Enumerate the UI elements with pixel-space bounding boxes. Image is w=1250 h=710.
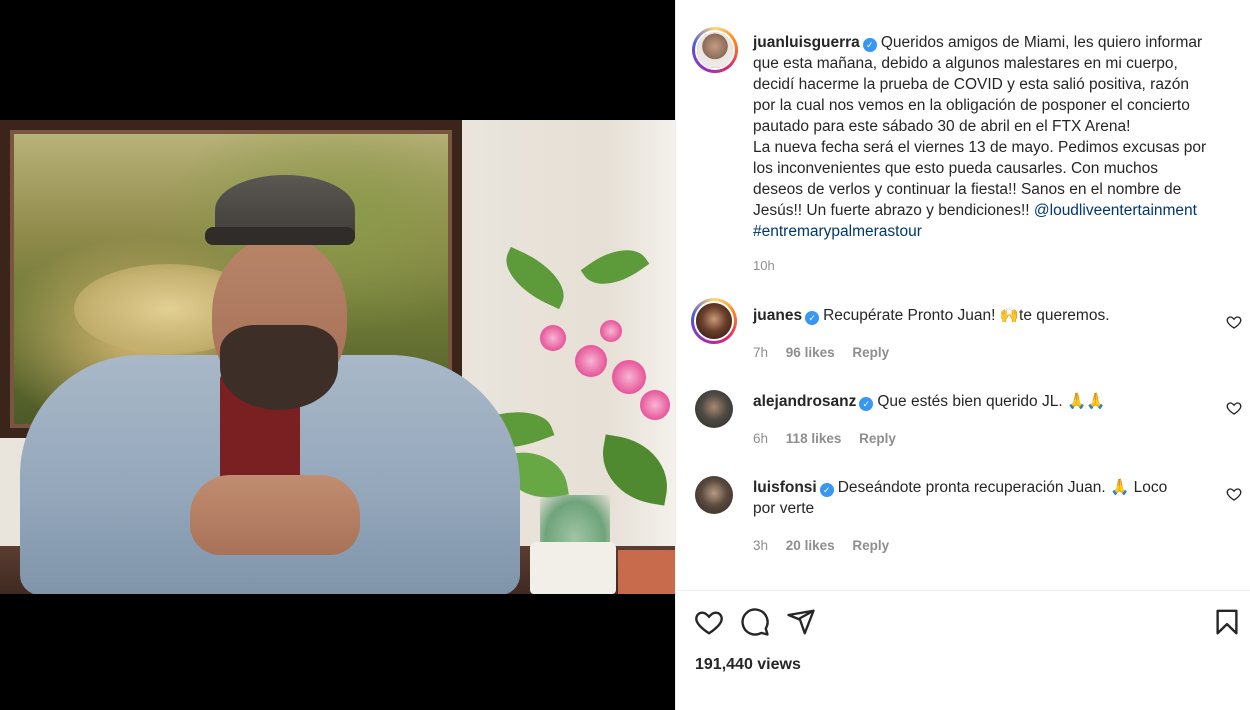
comment-likes[interactable]: 118 likes <box>786 431 842 446</box>
commenter-avatar[interactable] <box>691 298 737 344</box>
mention-link[interactable]: @loudliveentertainment <box>1034 202 1197 219</box>
post-timestamp[interactable]: 10h <box>753 258 775 273</box>
comment-time[interactable]: 6h <box>753 431 768 446</box>
comment-time[interactable]: 7h <box>753 345 768 360</box>
verified-badge-icon: ✓ <box>805 311 820 325</box>
verified-badge-icon: ✓ <box>859 397 874 411</box>
comment-likes[interactable]: 20 likes <box>786 538 835 553</box>
verified-badge-icon: ✓ <box>819 483 834 497</box>
terracotta-pot <box>618 550 675 594</box>
comment-meta: 3h 20 likes Reply <box>753 538 903 553</box>
heart-icon[interactable] <box>1226 400 1242 416</box>
author-avatar[interactable] <box>692 27 738 73</box>
comment-bubble-icon[interactable] <box>740 607 770 637</box>
comment-meta: 7h 96 likes Reply <box>753 345 903 360</box>
comment-text: Recupérate Pronto Juan! 🙌te queremos. <box>823 307 1110 324</box>
comment-time[interactable]: 3h <box>753 538 768 553</box>
divider <box>676 590 1250 591</box>
author-username[interactable]: juanluisguerra <box>753 34 860 51</box>
reply-button[interactable]: Reply <box>859 431 896 446</box>
hashtag-link[interactable]: #entremarypalmerastour <box>753 223 922 240</box>
comment-item: juanes ✓ Recupérate Pronto Juan! 🙌te quere… <box>753 305 1203 326</box>
comment-text: por verte <box>753 500 815 517</box>
paper-plane-icon[interactable] <box>786 607 816 637</box>
comment-username[interactable]: alejandrosanz <box>753 393 856 410</box>
commenter-avatar[interactable] <box>695 476 733 514</box>
comment-username[interactable]: luisfonsi <box>753 479 817 496</box>
heart-icon[interactable] <box>694 607 724 637</box>
comment-text: Que estés bien querido JL. 🙏🙏 <box>877 393 1106 410</box>
comment-username[interactable]: juanes <box>753 307 802 324</box>
verified-badge-icon: ✓ <box>862 38 877 52</box>
view-count[interactable]: 191,440 views <box>695 656 801 674</box>
speaker <box>20 175 520 594</box>
commenter-avatar[interactable] <box>695 390 733 428</box>
comment-likes[interactable]: 96 likes <box>786 345 835 360</box>
reply-button[interactable]: Reply <box>852 345 889 360</box>
white-pot <box>530 542 616 594</box>
comment-item: alejandrosanz ✓ Que estés bien querido JL.… <box>753 391 1203 412</box>
heart-icon[interactable] <box>1226 486 1242 502</box>
comment-text: Deseándote pronta recuperación Juan. 🙏 L… <box>837 479 1168 496</box>
comment-meta: 6h 118 likes Reply <box>753 431 910 446</box>
post-caption: juanluisguerra ✓ Queridos amigos de Miami,… <box>753 34 1207 240</box>
post-media[interactable] <box>0 0 675 710</box>
orchid-flower <box>540 325 566 351</box>
bookmark-icon[interactable] <box>1212 607 1242 637</box>
comment-item: luisfonsi ✓ Deseándote pronta recuperación… <box>753 477 1203 519</box>
heart-icon[interactable] <box>1226 314 1242 330</box>
reply-button[interactable]: Reply <box>852 538 889 553</box>
video-frame[interactable] <box>0 120 675 594</box>
